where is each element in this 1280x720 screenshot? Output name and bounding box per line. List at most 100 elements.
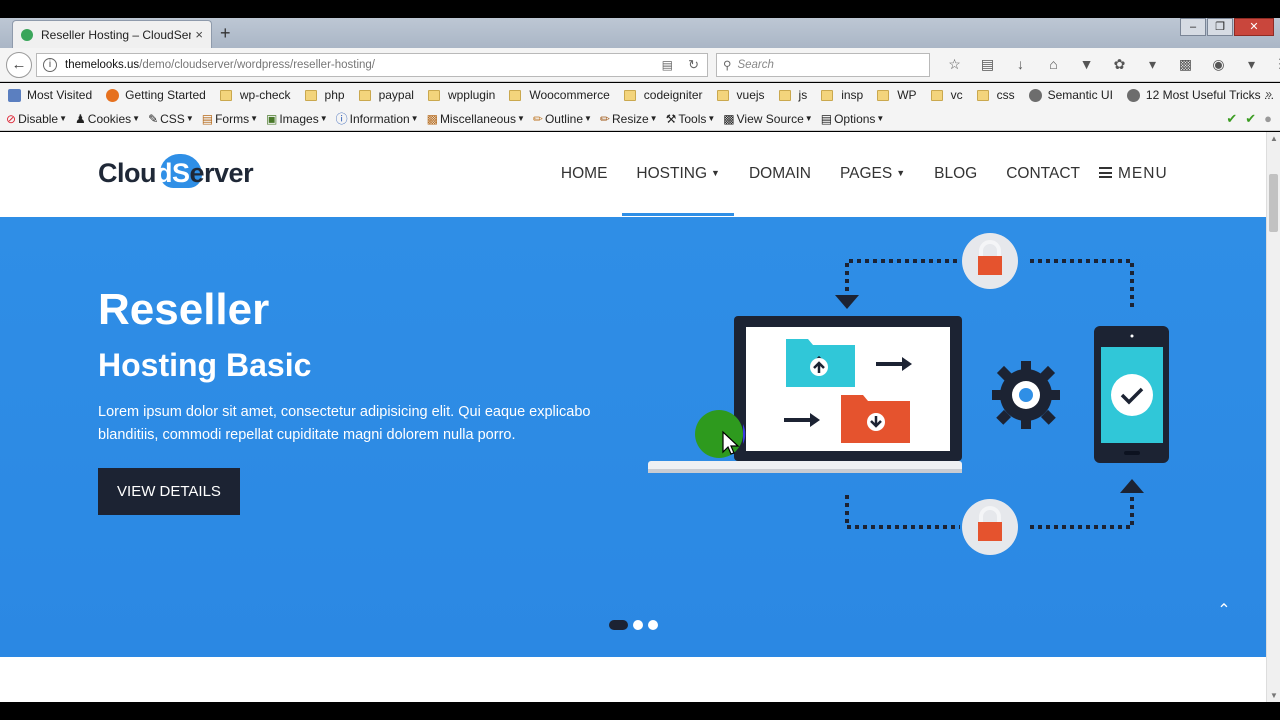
nav-pages[interactable]: PAGES ▼ [840,165,905,183]
bookmark-item[interactable]: Getting Started [106,88,206,102]
browser-tab[interactable]: Reseller Hosting – CloudServ × [12,20,212,48]
extension-icon[interactable]: ✿ [1103,56,1136,73]
bookmark-folder[interactable]: codeigniter [623,88,703,102]
scroll-down-icon[interactable]: ▼ [1270,691,1278,700]
new-tab-button[interactable]: + [220,24,231,42]
bookmark-folder[interactable]: Woocommerce [509,88,610,102]
caret-down-icon: ▼ [132,114,141,123]
folder-icon [219,89,232,101]
dev-menu-disable[interactable]: ⊘ Disable ▼ [6,112,67,126]
bookmark-folder[interactable]: insp [821,88,863,102]
reader-view-icon[interactable]: ▤ [662,58,673,72]
dev-menu-images[interactable]: ▣ Images ▼ [266,112,328,126]
dev-menu-css[interactable]: ✎ CSS ▼ [148,112,194,126]
bookmark-folder[interactable]: vuejs [716,88,765,102]
toolbar-icons: ☆ ▤ ↓ ⌂ ▼ ✿ ▾ ▩ ◉ ▾ ☰ [938,56,1280,73]
web-page: CloudServer HOME HOSTING ▼ DOMAIN PAGES ▼ … [0,132,1266,702]
maximize-button[interactable]: ❐ [1207,18,1233,36]
slider-dot-active[interactable] [609,620,628,630]
nav-blog[interactable]: BLOG [934,165,977,183]
tab-title: Reseller Hosting – CloudServ [41,27,192,42]
status-circle-icon[interactable]: ● [1264,111,1272,127]
address-bar[interactable]: i themelooks.us /demo/cloudserver/wordpr… [36,53,708,77]
home-icon[interactable]: ⌂ [1037,56,1070,73]
extension-box-icon[interactable]: ▩ [1169,56,1202,73]
bookmarks-list-icon[interactable]: ▤ [971,56,1004,73]
slider-pagination [609,620,663,630]
check-icon[interactable]: ✔ [1226,111,1237,127]
bookmark-folder[interactable]: wp-check [219,88,291,102]
scroll-up-icon[interactable]: ▲ [1270,134,1278,143]
folder-icon [716,89,729,101]
nav-domain[interactable]: DOMAIN [749,165,811,183]
bookmark-folder[interactable]: php [304,88,345,102]
folder-icon [877,89,890,101]
slider-dot[interactable] [648,620,658,630]
nav-contact[interactable]: CONTACT [1006,165,1080,183]
tab-close-icon[interactable]: × [195,27,203,42]
hero-subtitle: Hosting Basic [98,347,312,383]
screen-top-bar [0,0,1280,18]
dev-menu-tools[interactable]: ⚒ Tools ▼ [666,112,716,126]
dev-menu-cookies[interactable]: ♟ Cookies ▼ [75,112,140,126]
dropdown-arrow-icon[interactable]: ▾ [1136,56,1169,73]
bookmark-folder[interactable]: js [778,88,807,102]
dev-menu-information[interactable]: ⓘ Information ▼ [336,110,419,127]
mouse-cursor-icon [695,410,746,458]
hamburger-menu-icon[interactable]: ☰ [1268,56,1280,73]
bookmark-item[interactable]: Semantic UI [1028,88,1113,102]
scroll-to-top-icon[interactable]: ⌃ [1214,600,1234,620]
caret-down-icon: ▼ [896,168,906,178]
check-icon[interactable]: ✔ [1245,111,1256,127]
bookmark-folder[interactable]: WP [877,88,917,102]
most-visited-icon [8,88,21,102]
caret-down-icon: ▼ [584,114,592,123]
arrow-up-icon [1120,479,1144,493]
dev-menu-forms[interactable]: ▤ Forms ▼ [202,112,258,126]
dev-menu-outline[interactable]: ✏ Outline ▼ [533,112,592,126]
css-pencil-icon: ✎ [148,111,159,126]
bookmark-folder[interactable]: css [976,88,1015,102]
main-nav: HOME HOSTING ▼ DOMAIN PAGES ▼ BLOG CONTACT [532,165,1080,216]
caret-down-icon: ▼ [876,114,885,123]
globe-icon [1028,88,1042,102]
outline-pencil-icon: ✏ [532,111,543,126]
gear-icon [992,361,1060,429]
caret-down-icon: ▼ [59,114,68,123]
page-scrollbar[interactable]: ▲ ▼ [1266,132,1280,702]
disable-icon: ⊘ [6,111,17,126]
back-button[interactable]: ← [6,52,32,78]
bookmarks-overflow-icon[interactable]: » [1265,87,1272,101]
reload-icon[interactable]: ↻ [688,57,699,73]
menu-toggle-button[interactable]: MENU [1099,165,1168,183]
dev-menu-resize[interactable]: ✏ Resize ▼ [600,112,658,126]
search-input[interactable]: ⚲ Search [716,53,930,77]
pocket-icon[interactable]: ▼ [1070,56,1103,73]
site-info-icon[interactable]: i [43,58,57,72]
scrollbar-thumb[interactable] [1269,174,1278,232]
nav-hosting[interactable]: HOSTING ▼ [622,165,734,216]
dev-menu-options[interactable]: ▤ Options ▼ [821,112,885,126]
cookies-icon: ♟ [75,111,86,126]
bookmark-folder[interactable]: wpplugin [427,88,495,102]
bookmark-star-icon[interactable]: ☆ [938,56,971,73]
site-header: CloudServer HOME HOSTING ▼ DOMAIN PAGES ▼ … [0,132,1266,217]
caret-down-icon: ▼ [707,114,716,123]
dev-menu-miscellaneous[interactable]: ▩ Miscellaneous ▼ [427,112,525,126]
minimize-button[interactable]: – [1180,18,1206,36]
nav-home[interactable]: HOME [561,165,608,183]
folder-icon [976,89,989,101]
site-logo[interactable]: CloudServer [98,154,254,189]
bookmark-item[interactable]: Most Visited [8,88,92,102]
bookmark-item[interactable]: 12 Most Useful Tricks ... [1126,88,1274,102]
close-window-button[interactable]: ✕ [1234,18,1274,36]
dropdown-arrow-icon[interactable]: ▾ [1235,56,1268,73]
view-details-button[interactable]: VIEW DETAILS [98,468,240,515]
dev-menu-view-source[interactable]: ▩ View Source ▼ [723,112,812,126]
extension-globe-icon[interactable]: ◉ [1202,56,1235,73]
slider-dot[interactable] [633,620,643,630]
download-icon[interactable]: ↓ [1004,56,1037,73]
hero-slider: Reseller Hosting Basic Lorem ipsum dolor… [0,217,1266,657]
bookmark-folder[interactable]: vc [930,88,963,102]
bookmark-folder[interactable]: paypal [358,88,414,102]
